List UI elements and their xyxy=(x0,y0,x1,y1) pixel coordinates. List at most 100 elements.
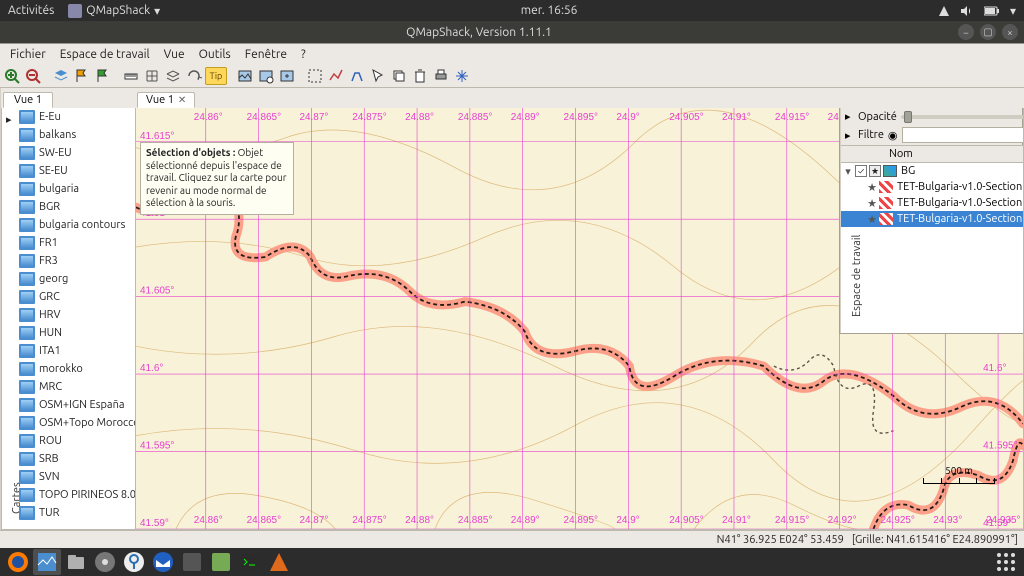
tool-route-icon[interactable] xyxy=(347,66,367,86)
tree-item[interactable]: ★TET-Bulgaria-v1.0-Section1-1... xyxy=(841,179,1024,195)
tool-fullscreen-icon[interactable] xyxy=(452,66,472,86)
map-list-item[interactable]: ROU xyxy=(2,432,144,450)
tool-zoom-out-icon[interactable] xyxy=(23,66,43,86)
map-list-item[interactable]: morokko xyxy=(2,360,144,378)
close-icon[interactable]: ✕ xyxy=(178,94,186,106)
gnome-top-bar: Activités QMapShack ▾ mer. 16:56 ▾ xyxy=(0,0,1024,21)
tree-body[interactable]: ▾✓★BG★TET-Bulgaria-v1.0-Section1-1...★TE… xyxy=(841,163,1024,333)
map-list-item[interactable]: balkans xyxy=(2,126,144,144)
map-list-item[interactable]: bulgaria xyxy=(2,180,144,198)
dock-qmapshack-icon[interactable] xyxy=(33,549,61,575)
map-list-item[interactable]: ITA1 xyxy=(2,342,144,360)
svg-text:24.9°: 24.9° xyxy=(616,515,639,526)
dock-keepass-icon[interactable] xyxy=(120,549,148,575)
workspace-handle[interactable]: Espace de travail xyxy=(840,108,841,333)
map-icon xyxy=(19,434,35,448)
tool-delete-icon[interactable] xyxy=(410,66,430,86)
dock-music-icon[interactable] xyxy=(91,549,119,575)
map-list-item[interactable]: TOPO PIRINEOS 8.0 xyxy=(2,486,144,504)
volume-icon xyxy=(960,5,974,17)
tool-screenshot-icon[interactable] xyxy=(256,66,276,86)
menu-tools[interactable]: Outils xyxy=(193,46,237,63)
dock-files-icon[interactable] xyxy=(62,549,90,575)
expand-icon[interactable]: ▸ xyxy=(845,110,854,123)
maps-tab-vue1[interactable]: Vue 1 xyxy=(3,92,53,108)
map-list-item[interactable]: FR1 xyxy=(2,234,144,252)
tool-tip-button[interactable]: Tip xyxy=(205,67,227,85)
window-maximize-button[interactable]: ▢ xyxy=(980,24,996,40)
map-list-item[interactable]: HRV xyxy=(2,306,144,324)
eye-icon[interactable]: ◉ xyxy=(888,129,898,142)
window-close-button[interactable]: × xyxy=(1002,24,1018,40)
dock-firefox-icon[interactable] xyxy=(4,549,32,575)
clock[interactable]: mer. 16:56 xyxy=(160,4,938,17)
dock-show-apps-icon[interactable] xyxy=(992,549,1020,575)
tool-refresh-icon[interactable] xyxy=(184,66,204,86)
map-icon xyxy=(19,128,35,142)
scale-bar: 500 m xyxy=(923,465,995,484)
map-list-item[interactable]: OSM+IGN España xyxy=(2,396,144,414)
tool-settings-icon[interactable] xyxy=(277,66,297,86)
main-area: Cartes Vue 1 ▸E-EubalkansSW-EUSE-EUbulga… xyxy=(0,88,1024,530)
dock-thunderbird-icon[interactable] xyxy=(149,549,177,575)
active-app-menu[interactable]: QMapShack ▾ xyxy=(68,4,160,18)
map-list-item[interactable]: SRB xyxy=(2,450,144,468)
map-list-item[interactable]: SVN xyxy=(2,468,144,486)
map-list-item[interactable]: bulgaria contours xyxy=(2,216,144,234)
tool-select-icon[interactable] xyxy=(305,66,325,86)
tool-flag2-icon[interactable] xyxy=(93,66,113,86)
view-tab-vue1[interactable]: Vue 1 ✕ xyxy=(137,92,195,108)
tree-item[interactable]: ★TET-Bulgaria-v1.0-Section2-1... xyxy=(841,195,1024,211)
tool-photo-icon[interactable] xyxy=(235,66,255,86)
svg-text:24.915°: 24.915° xyxy=(775,112,809,123)
map-list-item[interactable]: TUR xyxy=(2,504,144,522)
dock-app3-icon[interactable] xyxy=(265,549,293,575)
system-tray[interactable]: ▾ xyxy=(938,4,1016,18)
map-list-item[interactable]: georg xyxy=(2,270,144,288)
tool-grid-icon[interactable] xyxy=(142,66,162,86)
map-icon xyxy=(19,290,35,304)
map-list-item[interactable]: HUN xyxy=(2,324,144,342)
filter-input[interactable] xyxy=(902,127,1024,143)
tool-print-icon[interactable] xyxy=(431,66,451,86)
map-list-item[interactable]: GRC xyxy=(2,288,144,306)
dock-app1-icon[interactable] xyxy=(178,549,206,575)
map-list-item[interactable]: ▸E-Eu xyxy=(2,108,144,126)
svg-text:41.59°: 41.59° xyxy=(983,518,1012,529)
map-list-item[interactable]: OSM+Topo Morocco xyxy=(2,414,144,432)
maps-list[interactable]: ▸E-EubalkansSW-EUSE-EUbulgariaBGRbulgari… xyxy=(1,108,145,530)
tool-path-icon[interactable] xyxy=(326,66,346,86)
svg-text:41.6°: 41.6° xyxy=(140,363,163,374)
map-list-item[interactable]: BGR xyxy=(2,198,144,216)
maps-sidebar-handle[interactable]: Cartes xyxy=(0,88,1,530)
map-list-item[interactable]: MRC xyxy=(2,378,144,396)
tool-layer-icon[interactable] xyxy=(51,66,71,86)
svg-text:24.905°: 24.905° xyxy=(669,112,703,123)
tool-flag1-icon[interactable] xyxy=(72,66,92,86)
tool-zoom-in-icon[interactable] xyxy=(2,66,22,86)
menu-window[interactable]: Fenêtre xyxy=(239,46,293,63)
map-icon xyxy=(19,200,35,214)
expand-icon[interactable]: ▸ xyxy=(845,129,854,142)
activities-button[interactable]: Activités xyxy=(8,4,54,17)
view-area: Vue 1 ✕ xyxy=(135,88,1024,530)
tool-layers-icon[interactable] xyxy=(163,66,183,86)
tool-copy-icon[interactable] xyxy=(389,66,409,86)
opacity-slider[interactable] xyxy=(901,115,1024,119)
map-list-item[interactable]: SW-EU xyxy=(2,144,144,162)
menu-view[interactable]: Vue xyxy=(158,46,191,63)
tool-ruler-icon[interactable] xyxy=(121,66,141,86)
map-list-item[interactable]: SE-EU xyxy=(2,162,144,180)
menu-workspace[interactable]: Espace de travail xyxy=(54,46,156,63)
status-grid: [Grille: N41.615416° E24.890991°] xyxy=(852,534,1018,546)
window-minimize-button[interactable]: − xyxy=(958,24,974,40)
tree-item[interactable]: ▾✓★BG xyxy=(841,163,1024,179)
tree-item[interactable]: ★TET-Bulgaria-v1.0-Section3-1... xyxy=(841,211,1024,227)
dock-terminal-icon[interactable] xyxy=(236,549,264,575)
map-list-item[interactable]: FR3 xyxy=(2,252,144,270)
map-canvas[interactable]: 24.86°24.86°24.865°24.865°24.87°24.87°24… xyxy=(135,108,1024,530)
tool-cursor-icon[interactable] xyxy=(368,66,388,86)
dock-app2-icon[interactable] xyxy=(207,549,235,575)
menu-help[interactable]: ? xyxy=(295,46,312,63)
menu-file[interactable]: Fichier xyxy=(4,46,52,63)
